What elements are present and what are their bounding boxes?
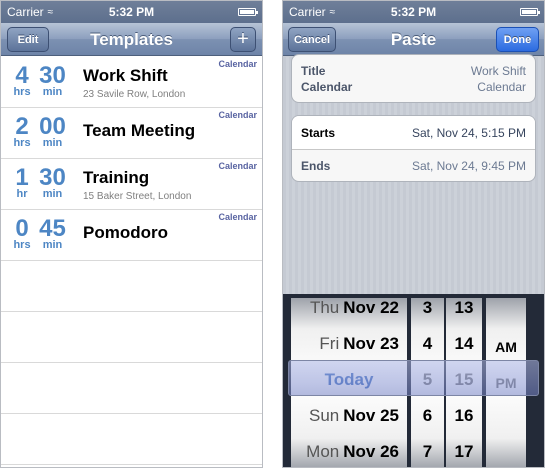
starts-label: Starts (301, 125, 336, 140)
status-bar: Carrier ≈ 5:32 PM (283, 1, 544, 23)
empty-row (1, 414, 262, 465)
event-info-group[interactable]: Title Work Shift Calendar Calendar (291, 54, 536, 103)
event-times-group: Starts Sat, Nov 24, 5:15 PM Ends Sat, No… (291, 115, 536, 182)
hour-wheel[interactable]: 3 4 5 6 7 (411, 298, 444, 467)
hours-unit: hrs (13, 86, 31, 98)
template-row-work-shift[interactable]: 4 30 hrs min Work Shift 23 Savile Row, L… (1, 57, 262, 108)
wifi-icon: ≈ (329, 6, 336, 18)
ends-label: Ends (301, 159, 331, 173)
minute-option[interactable]: 17 (446, 434, 482, 467)
hour-option[interactable]: 6 (411, 398, 444, 434)
template-calendar: Calendar (218, 110, 257, 120)
templates-screen: Carrier ≈ 5:32 PM Templates Edit + 4 30 … (0, 0, 263, 468)
date-wheel[interactable]: Thu Nov 22 Fri Nov 23 Today Sun Nov 25 Mon N… (291, 298, 407, 467)
template-address: 15 Baker Street, London (83, 191, 192, 202)
hours-unit: hr (16, 188, 28, 200)
empty-row (1, 363, 262, 414)
template-calendar: Calendar (218, 212, 257, 222)
empty-row (1, 312, 262, 363)
navigation-bar: Templates Edit + (1, 23, 262, 56)
cancel-button[interactable]: Cancel (288, 27, 336, 52)
minute-option[interactable]: 14 (446, 326, 482, 362)
add-button[interactable]: + (230, 27, 256, 52)
minutes-unit: min (42, 239, 63, 251)
carrier-label: Carrier (289, 5, 326, 19)
date-option[interactable]: Fri Nov 23 (291, 326, 407, 362)
minute-option[interactable]: 16 (446, 398, 482, 434)
hour-option[interactable]: 3 (411, 298, 444, 326)
done-button[interactable]: Done (496, 27, 539, 52)
date-option[interactable]: Thu Nov 22 (291, 298, 407, 326)
battery-icon (520, 8, 540, 16)
minute-option-selected[interactable]: 15 (446, 362, 482, 398)
minutes-unit: min (42, 86, 63, 98)
empty-row (1, 261, 262, 312)
template-calendar: Calendar (218, 59, 257, 69)
wifi-icon: ≈ (47, 6, 54, 18)
template-name: Training (83, 168, 150, 187)
am-option[interactable]: AM (486, 329, 526, 365)
template-name: Pomodoro (83, 223, 168, 242)
template-name: Work Shift (83, 66, 168, 85)
starts-row[interactable]: Starts Sat, Nov 24, 5:15 PM (292, 116, 535, 149)
hours-unit: hrs (13, 239, 31, 251)
date-option[interactable]: Sun Nov 25 (291, 398, 407, 434)
calendar-label: Calendar (301, 79, 353, 94)
carrier-label: Carrier (7, 5, 44, 19)
template-address: 23 Savile Row, London (83, 89, 186, 100)
plus-icon: + (237, 28, 249, 50)
template-calendar: Calendar (218, 161, 257, 171)
minutes-unit: min (42, 137, 63, 149)
date-option-selected[interactable]: Today (291, 362, 407, 398)
date-option[interactable]: Mon Nov 26 (291, 434, 407, 467)
template-row-training[interactable]: 1 30 hr min Training 15 Baker Street, Lo… (1, 159, 262, 210)
template-name: Team Meeting (83, 121, 196, 140)
starts-value: Sat, Nov 24, 5:15 PM (411, 125, 526, 140)
navigation-bar: Paste Cancel Done (283, 23, 544, 56)
paste-screen: Carrier ≈ 5:32 PM Paste Cancel Done Titl… (282, 0, 545, 468)
ends-value: Sat, Nov 24, 9:45 PM (411, 159, 526, 173)
title-label: Title (301, 63, 326, 78)
hour-option-selected[interactable]: 5 (411, 362, 444, 398)
template-row-team-meeting[interactable]: 2 00 hrs min Team Meeting Calendar (1, 108, 262, 159)
hour-option[interactable]: 7 (411, 434, 444, 467)
hours-unit: hrs (13, 137, 31, 149)
minute-option[interactable]: 13 (446, 298, 482, 326)
hour-option[interactable]: 4 (411, 326, 444, 362)
ends-row[interactable]: Ends Sat, Nov 24, 9:45 PM (292, 149, 535, 181)
title-value: Work Shift (470, 63, 526, 78)
template-row-pomodoro[interactable]: 0 45 hrs min Pomodoro Calendar (1, 210, 262, 261)
minute-wheel[interactable]: 13 14 15 16 17 (446, 298, 482, 467)
battery-icon (238, 8, 258, 16)
status-bar: Carrier ≈ 5:32 PM (1, 1, 262, 23)
pm-option-selected[interactable]: PM (486, 365, 526, 401)
ampm-wheel[interactable]: AM PM (486, 298, 526, 467)
templates-list: 4 30 hrs min Work Shift 23 Savile Row, L… (1, 57, 262, 465)
edit-button[interactable]: Edit (7, 27, 49, 52)
date-time-picker: Thu Nov 22 Fri Nov 23 Today Sun Nov 25 Mon N… (283, 294, 544, 467)
calendar-value: Calendar (477, 79, 526, 94)
minutes-unit: min (42, 188, 63, 200)
